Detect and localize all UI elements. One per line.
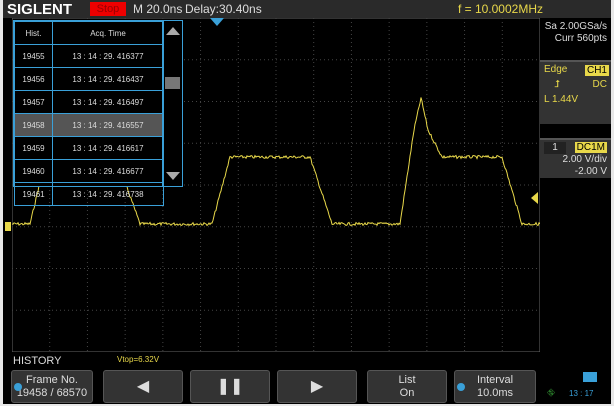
memory-depth: Curr 560pts (554, 33, 607, 44)
vtop-measurement: Vtop=6.32V (117, 355, 160, 364)
button-label: Interval (476, 373, 514, 386)
trigger-panel[interactable]: Edge CH1 ⮥ DC L 1.44V (540, 60, 611, 124)
history-row[interactable]: 19456 13 : 14 : 29. 416437 (14, 67, 164, 91)
column-header: Acq. Time (52, 21, 164, 45)
clock: 13 : 17 (569, 389, 594, 398)
vertical-offset: -2.00 V (574, 166, 607, 177)
vertical-scale: 2.00 V/div (562, 154, 607, 165)
button-value: On (399, 386, 415, 399)
menu-title: HISTORY (13, 355, 62, 367)
scroll-thumb[interactable] (165, 77, 180, 89)
menu-button-4[interactable]: List On (367, 370, 447, 403)
scroll-down-icon[interactable] (166, 172, 180, 180)
acq-time: 13 : 14 : 29. 416677 (52, 159, 164, 183)
knob-icon (457, 383, 465, 391)
channel-coupling: DC1M (574, 142, 607, 153)
trigger-source: CH1 (584, 65, 609, 76)
scroll-up-icon[interactable] (166, 27, 180, 35)
history-row[interactable]: 19455 13 : 14 : 29. 416377 (14, 44, 164, 68)
frame-number: 19458 (14, 113, 53, 137)
acq-time: 13 : 14 : 29. 416497 (52, 90, 164, 114)
right-panel: Sa 2.00GSa/s Curr 560pts Edge CH1 ⮥ DC L … (540, 18, 611, 178)
acq-time: 13 : 14 : 29. 416557 (52, 113, 164, 137)
history-row[interactable]: 19461 13 : 14 : 29. 416738 (14, 182, 164, 206)
column-header: Hist. (14, 21, 53, 45)
history-row[interactable]: 19458 13 : 14 : 29. 416557 (14, 113, 164, 137)
timebase[interactable]: M 20.0ns (133, 2, 182, 16)
history-row[interactable]: 19460 13 : 14 : 29. 416677 (14, 159, 164, 183)
button-label: Frame No. (26, 373, 78, 386)
run-stop-status[interactable]: Stop (90, 2, 126, 16)
network-icon: ⛗ (547, 388, 555, 399)
pause-icon: ❚❚ (216, 378, 244, 395)
knob-icon (14, 383, 22, 391)
frame-number: 19461 (14, 182, 53, 206)
trigger-position-marker[interactable] (210, 18, 224, 26)
frame-number: 19457 (14, 90, 53, 114)
top-bar: SIGLENT Stop M 20.0ns Delay:30.40ns f = … (3, 0, 611, 18)
acq-time: 13 : 14 : 29. 416738 (52, 182, 164, 206)
history-row[interactable]: 19459 13 : 14 : 29. 416617 (14, 136, 164, 160)
next-icon: ▶ (310, 378, 324, 395)
trigger-type: Edge (544, 64, 568, 75)
menu-button-1[interactable]: ◀ (103, 370, 183, 403)
channel1-ground-marker[interactable] (5, 222, 11, 231)
button-label: List (398, 373, 416, 386)
menu-button-2[interactable]: ❚❚ (190, 370, 270, 403)
menu-button-0[interactable]: Frame No. 19458 / 68570 (11, 370, 93, 403)
channel1-panel[interactable]: 1 DC1M 2.00 V/div -2.00 V (540, 138, 611, 178)
acq-time: 13 : 14 : 29. 416377 (52, 44, 164, 68)
history-list[interactable]: Hist. Acq. Time 19455 13 : 14 : 29. 416377… (13, 20, 183, 206)
button-value: 19458 / 68570 (16, 386, 88, 399)
logo: SIGLENT (7, 1, 73, 18)
frame-number: 19455 (14, 44, 53, 68)
previous-icon: ◀ (136, 378, 150, 395)
menu-button-3[interactable]: ▶ (277, 370, 357, 403)
frame-number: 19456 (14, 67, 53, 91)
trigger-level-marker[interactable] (531, 192, 538, 204)
history-row[interactable]: 19457 13 : 14 : 29. 416497 (14, 90, 164, 114)
frequency-counter: f = 10.0002MHz (457, 2, 543, 16)
menu-button-5[interactable]: Interval 10.0ms (454, 370, 536, 403)
acq-time: 13 : 14 : 29. 416617 (52, 136, 164, 160)
display-icon (583, 372, 597, 382)
oscilloscope-screen: SIGLENT Stop M 20.0ns Delay:30.40ns f = … (3, 0, 611, 404)
trigger-delay[interactable]: Delay:30.40ns (185, 2, 262, 16)
sample-rate: Sa 2.00GSa/s (544, 21, 607, 32)
frame-number: 19459 (14, 136, 53, 160)
button-value: 10.0ms (476, 386, 514, 399)
trigger-coupling: DC (592, 79, 607, 90)
channel-number: 1 (544, 142, 566, 154)
rising-edge-icon: ⮥ (554, 79, 560, 90)
acq-time: 13 : 14 : 29. 416437 (52, 67, 164, 91)
frame-number: 19460 (14, 159, 53, 183)
trigger-level: L 1.44V (544, 94, 579, 105)
scrollbar[interactable] (162, 21, 182, 186)
